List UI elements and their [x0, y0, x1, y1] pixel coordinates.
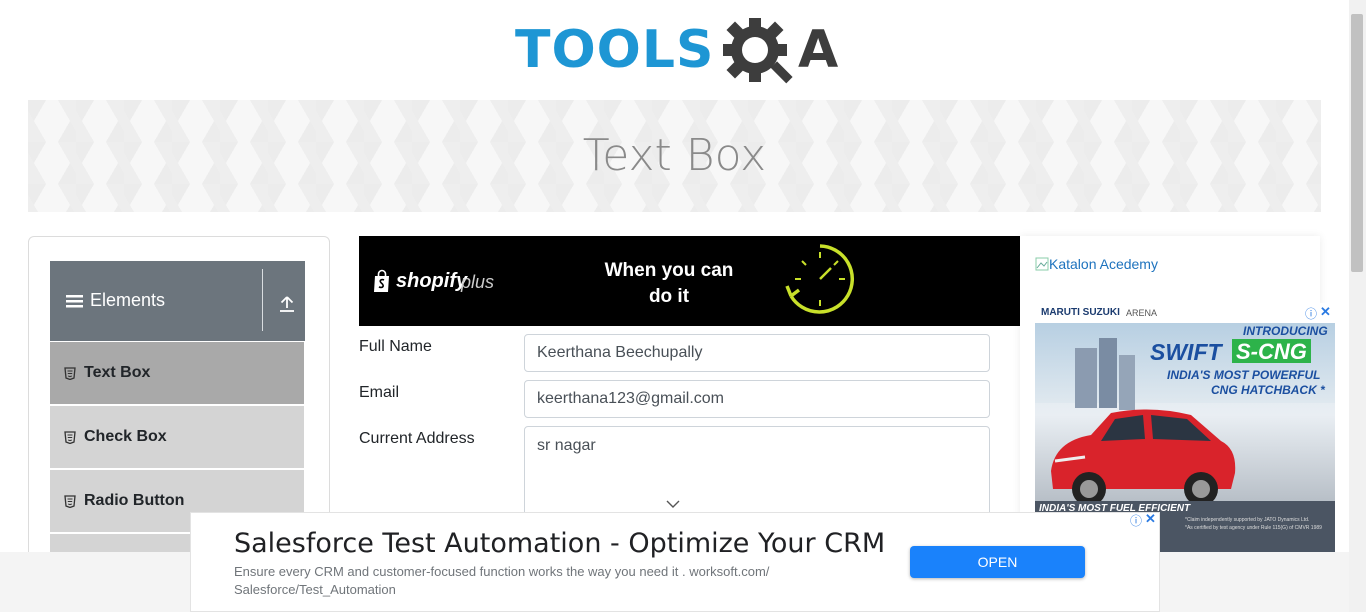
katalon-academy-link[interactable]: Katalon Acedemy [1035, 256, 1158, 272]
broken-image-icon [1035, 257, 1049, 271]
email-input[interactable] [524, 380, 990, 418]
shopify-wordmark: shopify [396, 270, 468, 292]
html5-icon [64, 366, 76, 380]
html5-icon [64, 494, 76, 508]
sidebar-item-label: Text Box [84, 364, 151, 381]
shopify-plus-wordmark: plus [461, 272, 495, 292]
ad-info-icon[interactable]: ⓘ [1305, 305, 1317, 322]
katalon-alt-text: Katalon Acedemy [1049, 256, 1158, 272]
html5-icon [64, 430, 76, 444]
ad-title[interactable]: Salesforce Test Automation - Optimize Yo… [234, 528, 885, 559]
tagline-line2: CNG HATCHBACK * [1211, 383, 1325, 397]
ad-headline: When you can do it [595, 258, 743, 310]
red-car-image [1051, 409, 1236, 506]
header-divider [262, 269, 263, 331]
maruti-logo-text: MARUTI SUZUKI [1041, 307, 1120, 318]
full-name-input[interactable] [524, 334, 990, 372]
toolsqa-logo[interactable]: TOOLS A [515, 16, 840, 88]
introducing-text: INTRODUCING [1243, 324, 1328, 338]
current-address-label: Current Address [359, 430, 475, 447]
ad-description-line1: Ensure every CRM and customer-focused fu… [234, 564, 770, 579]
full-name-label: Full Name [359, 338, 432, 355]
shopping-bag-icon [374, 269, 389, 292]
sidebar-item-label: Check Box [84, 428, 167, 445]
ad-headline-line1: When you can [604, 260, 734, 281]
ad-description-line2: Salesforce/Test_Automation [234, 582, 396, 597]
arena-text: ARENA [1126, 308, 1158, 318]
email-label: Email [359, 384, 400, 401]
chevron-down-icon[interactable] [666, 499, 680, 509]
page-header-banner: Text Box [28, 100, 1321, 212]
s-cng-text: S-CNG [1232, 339, 1311, 364]
ad-headline-line2: do it [648, 286, 690, 307]
ad-info-icon[interactable]: ⓘ [1130, 512, 1142, 529]
hamburger-icon [66, 294, 83, 307]
ad-close-icon[interactable]: ✕ [1320, 304, 1331, 320]
sidebar-group-title: Elements [90, 290, 166, 310]
logo-a-text: A [798, 20, 840, 80]
sidebar-item-text-box[interactable]: Text Box [50, 342, 304, 406]
collapse-upload-icon[interactable] [278, 295, 296, 313]
fine-print-1: *Claim independently supported by JATO D… [1185, 517, 1310, 523]
ad-close-icon[interactable]: ✕ [1145, 511, 1156, 527]
logo-tools-text: TOOLS [515, 20, 715, 80]
scrollbar-thumb[interactable] [1351, 14, 1363, 272]
open-button[interactable]: OPEN [910, 546, 1085, 578]
shopify-ad-banner[interactable]: shopify plus When you can do it [359, 236, 1020, 326]
gear-magnifier-icon [723, 18, 793, 84]
fine-print-2: *As certified by test agency under Rule … [1185, 525, 1322, 531]
sidebar-group-elements[interactable]: Elements [50, 261, 305, 341]
page-title: Text Box [582, 130, 767, 181]
sidebar-item-check-box[interactable]: Check Box [50, 406, 304, 470]
stopwatch-icon [785, 244, 855, 314]
swift-text: SWIFT [1150, 339, 1222, 365]
current-address-textarea[interactable]: sr nagar [524, 426, 990, 526]
sidebar-item-label: Radio Button [84, 492, 185, 509]
tagline-line1: INDIA'S MOST POWERFUL [1167, 368, 1321, 382]
